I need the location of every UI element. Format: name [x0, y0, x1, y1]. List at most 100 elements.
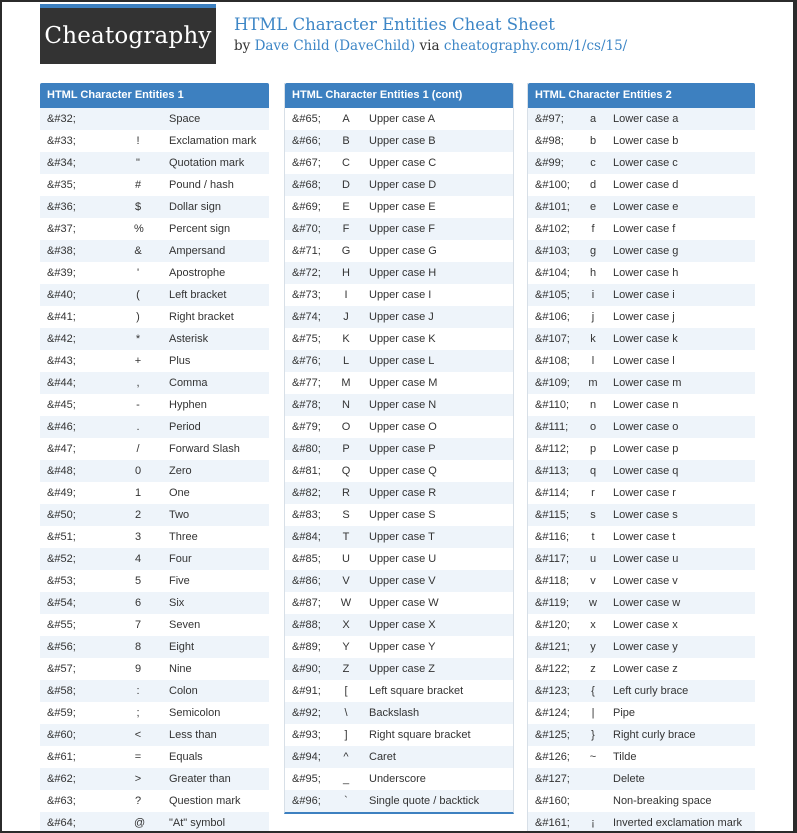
entity-row: &#127; Delete — [528, 768, 755, 790]
entity-char: ¡ — [591, 817, 595, 829]
entity-char: $ — [134, 201, 142, 213]
entity-char: G — [341, 245, 351, 257]
entity-desc: Period — [169, 421, 201, 433]
entity-row: &#112; p Lower case p — [528, 438, 755, 460]
entity-code: &#37; — [47, 223, 76, 235]
author-link[interactable]: Dave Child (DaveChild) — [255, 38, 416, 54]
entity-code: &#68; — [292, 179, 321, 191]
entity-code: &#40; — [47, 289, 76, 301]
entity-row: &#93;] Right square bracket — [285, 724, 513, 746]
entity-code: &#94; — [292, 751, 321, 763]
entity-desc: Equals — [169, 751, 203, 763]
entity-char: Y — [342, 641, 350, 653]
entity-char: ; — [136, 707, 140, 719]
section-entities-1-cont: HTML Character Entities 1 (cont) &#65; A U… — [284, 83, 514, 814]
entity-desc: Lower case h — [613, 267, 679, 279]
entity-desc: Upper case X — [369, 619, 436, 631]
entity-row: &#116; t Lower case t — [528, 526, 755, 548]
sheet-title[interactable]: HTML Character Entities Cheat Sheet — [234, 14, 627, 36]
entity-char — [587, 768, 599, 790]
entity-table: &#97; a Lower case a &#98; b Lower case b &#99… — [528, 108, 755, 831]
entity-char: C — [342, 157, 350, 169]
entity-desc: Single quote / backtick — [369, 795, 480, 807]
entity-desc: Quotation mark — [169, 157, 245, 169]
entity-desc: Upper case P — [369, 443, 436, 455]
entity-desc: Seven — [169, 619, 201, 631]
entity-row: &#81; Q Upper case Q — [285, 460, 513, 482]
entity-code: &#161; — [535, 817, 570, 829]
entity-code: &#36; — [47, 201, 76, 213]
title-block: HTML Character Entities Cheat Sheet by D… — [234, 14, 627, 56]
entity-desc: Upper case N — [369, 399, 437, 411]
entity-char: < — [134, 729, 142, 741]
entity-char: 1 — [134, 487, 142, 499]
entity-row: &#98; b Lower case b — [528, 130, 755, 152]
entity-code: &#46; — [47, 421, 76, 433]
entity-char: / — [136, 443, 140, 455]
entity-row: &#63;? Question mark — [40, 790, 269, 812]
entity-desc: Lower case f — [613, 223, 676, 235]
entity-desc: Lower case l — [613, 355, 675, 367]
entity-row: &#71; G Upper case G — [285, 240, 513, 262]
entity-row: &#39; ' Apostrophe — [40, 262, 269, 284]
entity-row: &#85; U Upper case U — [285, 548, 513, 570]
entity-desc: Right bracket — [169, 311, 234, 323]
entity-code: &#91; — [292, 685, 321, 697]
entity-desc: Lower case m — [613, 377, 682, 389]
entity-char: I — [344, 289, 348, 301]
entity-desc: Upper case B — [369, 135, 436, 147]
entity-desc: Percent sign — [169, 223, 231, 235]
entity-char: S — [342, 509, 350, 521]
entity-code: &#50; — [47, 509, 76, 521]
entity-char: U — [342, 553, 350, 565]
entity-row: &#84; T Upper case T — [285, 526, 513, 548]
entity-row: &#52; 4 Four — [40, 548, 269, 570]
entity-desc: Delete — [613, 773, 645, 785]
entity-char: # — [134, 179, 142, 191]
entity-row: &#33;! Exclamation mark — [40, 130, 269, 152]
entity-desc: Pound / hash — [169, 179, 234, 191]
entity-code: &#60; — [47, 729, 76, 741]
entity-code: &#58; — [47, 685, 76, 697]
entity-desc: Tilde — [613, 751, 637, 763]
entity-char: , — [136, 377, 140, 389]
entity-code: &#107; — [535, 333, 570, 345]
entity-desc: Upper case T — [369, 531, 435, 543]
entity-char: W — [340, 597, 352, 609]
entity-row: &#96; ` Single quote / backtick — [285, 790, 513, 812]
entity-desc: Lower case d — [613, 179, 679, 191]
entity-char: p — [589, 443, 597, 455]
sheet-url-link[interactable]: cheatography.com/1/cs/15/ — [444, 38, 627, 54]
entity-char: } — [591, 729, 595, 741]
entity-char: n — [589, 399, 597, 411]
entity-desc: Less than — [169, 729, 217, 741]
entity-row: &#97; a Lower case a — [528, 108, 755, 130]
entity-char: ` — [344, 795, 348, 807]
entity-char: Z — [342, 663, 350, 675]
section-entities-1: HTML Character Entities 1 &#32; Space &#33… — [40, 83, 269, 831]
entity-char: y — [590, 641, 596, 653]
entity-desc: Plus — [169, 355, 191, 367]
entity-desc: Upper case O — [369, 421, 437, 433]
entity-code: &#108; — [535, 355, 570, 367]
entity-code: &#79; — [292, 421, 321, 433]
entity-code: &#102; — [535, 223, 570, 235]
entity-code: &#38; — [47, 245, 76, 257]
entity-desc: Four — [169, 553, 192, 565]
entity-row: &#86; V Upper case V — [285, 570, 513, 592]
entity-code: &#33; — [47, 135, 76, 147]
entity-char: = — [134, 751, 142, 763]
entity-code: &#65; — [292, 113, 321, 125]
entity-desc: Upper case J — [369, 311, 434, 323]
entity-table: &#65; A Upper case A &#66; B Upper case B &#67… — [285, 108, 513, 812]
entity-desc: Five — [169, 575, 190, 587]
entity-row: &#50; 2 Two — [40, 504, 269, 526]
cheat-sheet-page: Cheatography HTML Character Entities Che… — [2, 2, 793, 831]
cheatography-logo[interactable]: Cheatography — [40, 4, 216, 64]
entity-char: O — [341, 421, 351, 433]
entity-desc: Backslash — [369, 707, 420, 719]
entity-code: &#106; — [535, 311, 570, 323]
entity-desc: Upper case K — [369, 333, 436, 345]
entity-code: &#84; — [292, 531, 321, 543]
entity-code: &#101; — [535, 201, 570, 213]
